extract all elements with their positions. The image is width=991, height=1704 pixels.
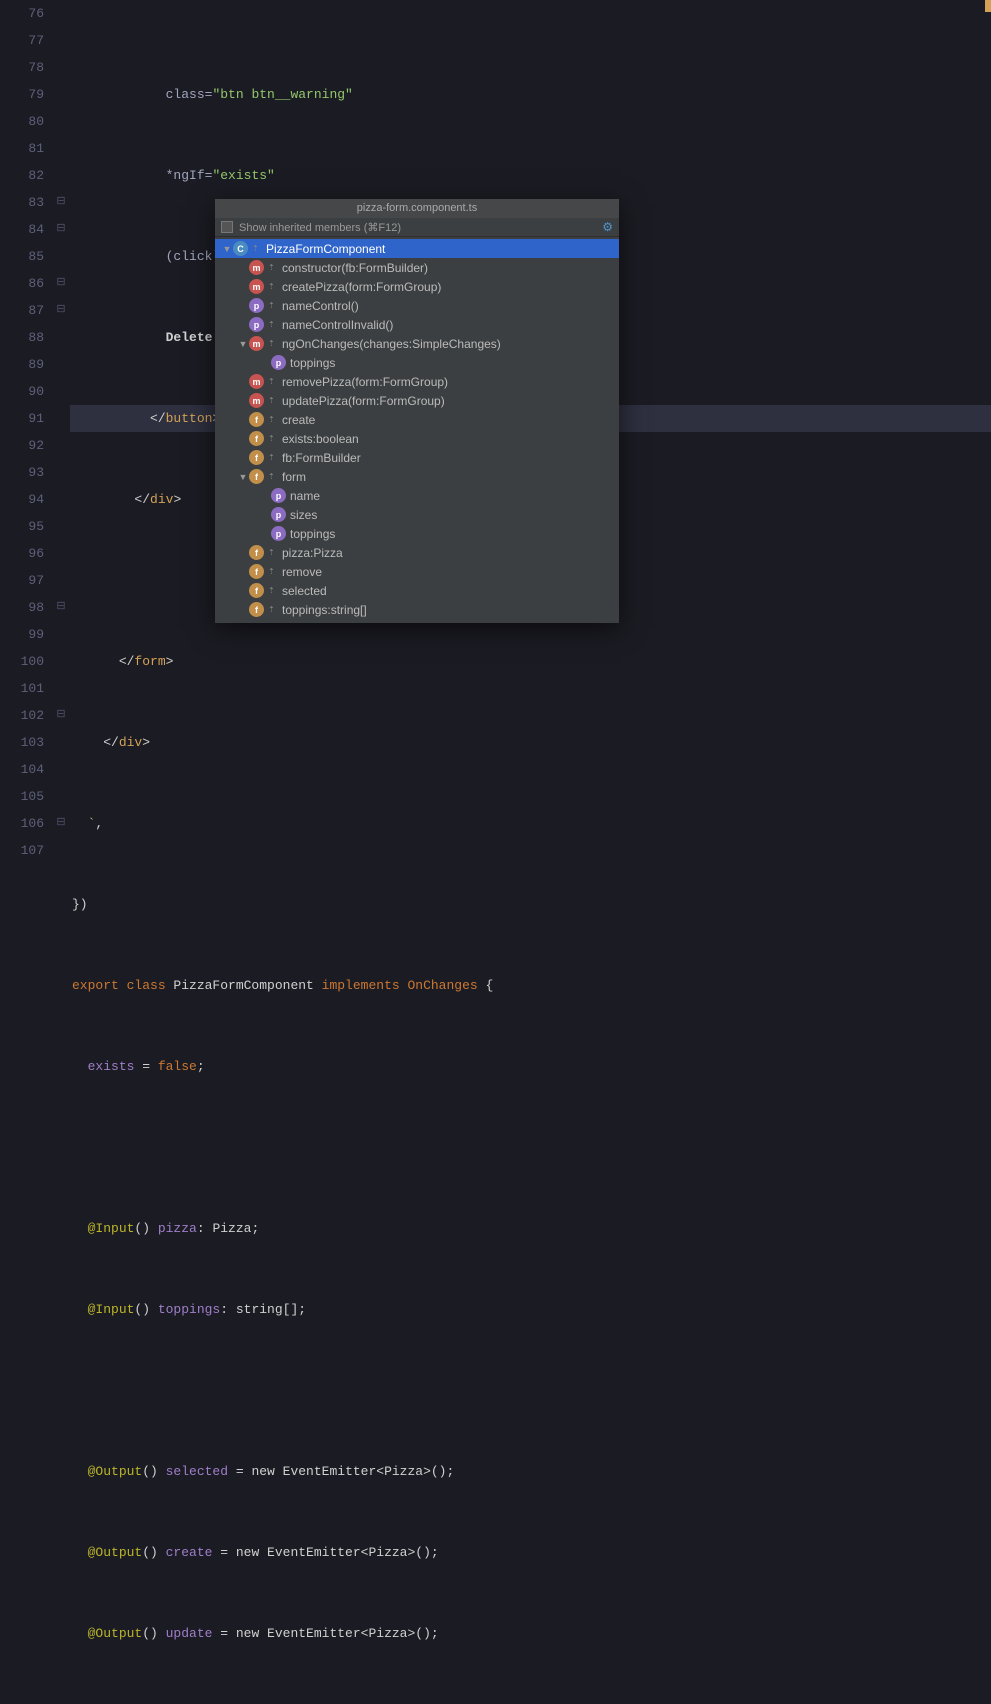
method-icon: m bbox=[249, 279, 264, 294]
tree-label: nameControl() bbox=[282, 299, 359, 313]
tree-item-field[interactable]: f⇡toppings:string[] bbox=[215, 600, 619, 619]
code-line[interactable]: @Input() toppings: string[]; bbox=[72, 1296, 991, 1323]
tree-label: exists:boolean bbox=[282, 432, 359, 446]
tree-label: constructor(fb:FormBuilder) bbox=[282, 261, 428, 275]
tree-label: toppings bbox=[290, 356, 335, 370]
field-icon: f bbox=[249, 450, 264, 465]
field-icon: f bbox=[249, 412, 264, 427]
method-icon: m bbox=[249, 260, 264, 275]
tree-label: toppings bbox=[290, 527, 335, 541]
method-icon: m bbox=[249, 374, 264, 389]
code-line[interactable]: `, bbox=[72, 810, 991, 837]
tree-label: fb:FormBuilder bbox=[282, 451, 361, 465]
gear-icon[interactable]: ⚙ bbox=[602, 220, 613, 234]
chevron-down-icon[interactable]: ▼ bbox=[237, 339, 249, 349]
tree-item-method[interactable]: p⇡nameControlInvalid() bbox=[215, 315, 619, 334]
tree-item-field[interactable]: f⇡exists:boolean bbox=[215, 429, 619, 448]
tree-label: create bbox=[282, 413, 315, 427]
method-icon: m bbox=[249, 336, 264, 351]
code-line[interactable]: class="btn btn__warning" bbox=[72, 81, 991, 108]
tree-item-prop[interactable]: pname bbox=[215, 486, 619, 505]
tree-item-field[interactable]: f⇡remove bbox=[215, 562, 619, 581]
field-icon: f bbox=[249, 602, 264, 617]
code-line[interactable]: @Output() remove = new EventEmitter<Pizz… bbox=[72, 1701, 991, 1704]
tree-item-prop[interactable]: p toppings bbox=[215, 353, 619, 372]
code-line[interactable] bbox=[72, 1377, 991, 1404]
tree-item-method[interactable]: m⇡createPizza(form:FormGroup) bbox=[215, 277, 619, 296]
tree-item-prop[interactable]: p toppings bbox=[215, 524, 619, 543]
code-line[interactable]: @Output() update = new EventEmitter<Pizz… bbox=[72, 1620, 991, 1647]
tree-label: toppings:string[] bbox=[282, 603, 367, 617]
popup-title: pizza-form.component.ts bbox=[215, 199, 619, 218]
show-inherited-checkbox[interactable] bbox=[221, 221, 233, 233]
code-line[interactable]: *ngIf="exists" bbox=[72, 162, 991, 189]
popup-header: Show inherited members (⌘F12) ⚙ bbox=[215, 218, 619, 237]
tree-label: name bbox=[290, 489, 320, 503]
tree-label: removePizza(form:FormGroup) bbox=[282, 375, 448, 389]
code-line[interactable]: export class PizzaFormComponent implemen… bbox=[72, 972, 991, 999]
fold-gutter: ⊟⊟⊟⊟⊟⊟⊟ bbox=[52, 0, 70, 852]
tree-item-method[interactable]: ▼m⇡ngOnChanges(changes:SimpleChanges) bbox=[215, 334, 619, 353]
property-icon: p bbox=[271, 488, 286, 503]
chevron-down-icon[interactable]: ▼ bbox=[237, 472, 249, 482]
chevron-down-icon[interactable]: ▼ bbox=[221, 244, 233, 254]
tree-label: form bbox=[282, 470, 306, 484]
tree-label: updatePizza(form:FormGroup) bbox=[282, 394, 445, 408]
structure-tree[interactable]: ▼ C ⇡ PizzaFormComponent m⇡constructor(f… bbox=[215, 237, 619, 623]
property-icon: p bbox=[271, 526, 286, 541]
code-line[interactable]: exists = false; bbox=[72, 1053, 991, 1080]
tree-item-method[interactable]: p⇡nameControl() bbox=[215, 296, 619, 315]
tree-item-method[interactable]: m⇡removePizza(form:FormGroup) bbox=[215, 372, 619, 391]
code-line[interactable]: @Input() pizza: Pizza; bbox=[72, 1215, 991, 1242]
tree-item-field[interactable]: f⇡create bbox=[215, 410, 619, 429]
file-structure-popup[interactable]: pizza-form.component.ts Show inherited m… bbox=[215, 199, 619, 623]
code-line[interactable]: @Output() create = new EventEmitter<Pizz… bbox=[72, 1539, 991, 1566]
tree-item-prop[interactable]: psizes bbox=[215, 505, 619, 524]
field-icon: f bbox=[249, 564, 264, 579]
property-icon: p bbox=[249, 317, 264, 332]
tree-item-method[interactable]: m⇡updatePizza(form:FormGroup) bbox=[215, 391, 619, 410]
code-line[interactable] bbox=[72, 1134, 991, 1161]
field-icon: f bbox=[249, 583, 264, 598]
tree-label: nameControlInvalid() bbox=[282, 318, 393, 332]
code-line[interactable]: }) bbox=[72, 891, 991, 918]
tree-item-field[interactable]: f⇡selected bbox=[215, 581, 619, 600]
tree-label: remove bbox=[282, 565, 322, 579]
tree-label: pizza:Pizza bbox=[282, 546, 343, 560]
property-icon: p bbox=[271, 355, 286, 370]
tree-label: sizes bbox=[290, 508, 317, 522]
field-icon: f bbox=[249, 469, 264, 484]
property-icon: p bbox=[249, 298, 264, 313]
field-icon: f bbox=[249, 545, 264, 560]
code-line[interactable]: </div> bbox=[72, 729, 991, 756]
code-line[interactable]: @Output() selected = new EventEmitter<Pi… bbox=[72, 1458, 991, 1485]
tree-item-field[interactable]: ▼f⇡form bbox=[215, 467, 619, 486]
tree-label: selected bbox=[282, 584, 327, 598]
line-number-gutter: 7677787980818283848586878889909192939495… bbox=[0, 0, 52, 852]
property-icon: p bbox=[271, 507, 286, 522]
tree-label: createPizza(form:FormGroup) bbox=[282, 280, 441, 294]
tree-label: ngOnChanges(changes:SimpleChanges) bbox=[282, 337, 501, 351]
tree-item-class[interactable]: ▼ C ⇡ PizzaFormComponent bbox=[215, 239, 619, 258]
tree-label: PizzaFormComponent bbox=[266, 242, 385, 256]
show-inherited-label: Show inherited members (⌘F12) bbox=[239, 221, 401, 234]
tree-item-field[interactable]: f⇡fb:FormBuilder bbox=[215, 448, 619, 467]
field-icon: f bbox=[249, 431, 264, 446]
method-icon: m bbox=[249, 393, 264, 408]
code-line[interactable]: </form> bbox=[72, 648, 991, 675]
tree-item-field[interactable]: f⇡pizza:Pizza bbox=[215, 543, 619, 562]
tree-item-method[interactable]: m⇡constructor(fb:FormBuilder) bbox=[215, 258, 619, 277]
class-icon: C bbox=[233, 241, 248, 256]
